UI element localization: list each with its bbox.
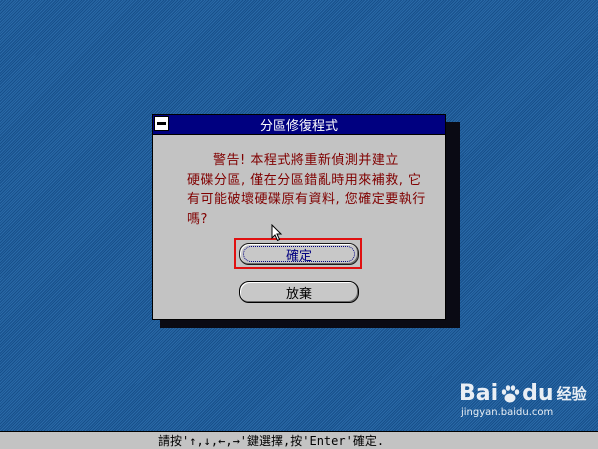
watermark-logo: Bai du 经验 (459, 382, 587, 406)
warning-message: 警告! 本程式將重新偵測并建立 硬碟分區, 僅在分區錯亂時用來補救, 它有可能破… (187, 151, 431, 229)
confirm-highlight-annotation (234, 238, 362, 269)
mouse-cursor-icon (271, 224, 283, 242)
dialog-title: 分區修復程式 (259, 119, 338, 134)
status-bar: 請按'↑,↓,←,→'鍵選擇,按'Enter'確定. (0, 431, 598, 449)
partition-repair-dialog: 分區修復程式 警告! 本程式將重新偵測并建立 硬碟分區, 僅在分區錯亂時用來補救… (152, 114, 446, 320)
watermark-jingyan: 经验 (556, 385, 587, 403)
dialog-titlebar: 分區修復程式 (153, 115, 445, 135)
baidu-jingyan-watermark: Bai du 经验 jingyan.baidu.com (459, 382, 587, 430)
baidu-paw-icon (501, 385, 520, 403)
watermark-bai: Bai (459, 381, 499, 406)
system-menu-icon[interactable] (154, 116, 169, 131)
watermark-url: jingyan.baidu.com (461, 407, 554, 418)
status-bar-hint: 請按'↑,↓,←,→'鍵選擇,按'Enter'確定. (158, 434, 385, 448)
cancel-button[interactable]: 放棄 (239, 281, 359, 303)
warning-message-line1: 警告! 本程式將重新偵測并建立 (213, 153, 399, 168)
warning-message-body: 硬碟分區, 僅在分區錯亂時用來補救, 它有可能破壞硬碟原有資料, 您確定要執行嗎… (187, 172, 426, 227)
watermark-du: du (522, 381, 554, 406)
cancel-button-label: 放棄 (285, 286, 312, 302)
system-menu-bar (157, 122, 166, 125)
